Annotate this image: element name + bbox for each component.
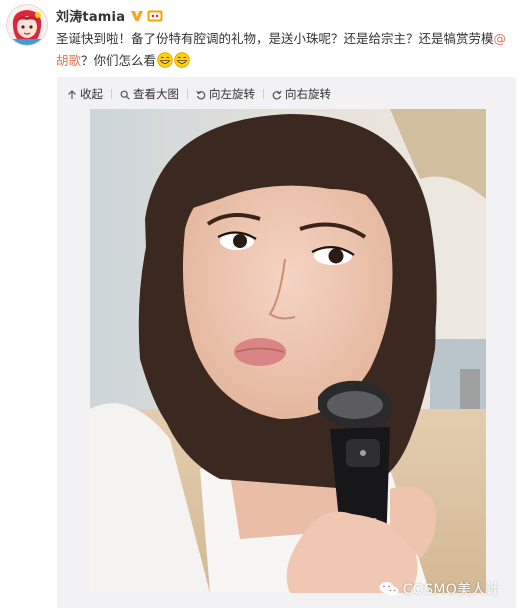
avatar[interactable]: [7, 5, 47, 45]
search-icon: [120, 89, 130, 100]
grin-emoji-icon: [157, 52, 173, 68]
watermark: COSMO美人计: [379, 579, 500, 599]
post-text-end: ？你们怎么看: [81, 53, 157, 68]
image-toolbar: 收起 查看大图 向左旋转 向右旋转: [67, 85, 331, 103]
post-text-main: 圣诞快到啦！备了份特有腔调的礼物，是送小珠呢？还是给宗主？还是犒赏劳模: [56, 31, 494, 46]
toolbar-divider: [187, 89, 188, 99]
collapse-label: 收起: [80, 87, 103, 101]
collapse-button[interactable]: 收起: [67, 86, 103, 102]
selfie-illustration: PHILIPS: [90, 109, 486, 593]
wechat-icon: [379, 581, 399, 597]
rotate-right-button[interactable]: 向右旋转: [272, 86, 331, 102]
avatar-illustration-icon: [7, 5, 47, 45]
rotate-right-label: 向右旋转: [285, 87, 331, 101]
rotate-left-label: 向左旋转: [209, 87, 255, 101]
verified-v-icon[interactable]: [130, 8, 144, 22]
toolbar-divider: [111, 89, 112, 99]
rotate-left-button[interactable]: 向左旋转: [196, 86, 255, 102]
post-photo[interactable]: PHILIPS: [90, 109, 486, 593]
weibo-post: 刘涛tamia 圣诞快到啦！备了份特有腔调的礼物，是送小珠呢？还是给宗主？还是犒…: [0, 0, 521, 608]
post-text: 圣诞快到啦！备了份特有腔调的礼物，是送小珠呢？还是给宗主？还是犒赏劳模@胡歌？你…: [56, 28, 514, 72]
vip-member-icon[interactable]: [147, 8, 163, 22]
toolbar-divider: [263, 89, 264, 99]
arrow-up-icon: [67, 89, 77, 99]
media-panel: 收起 查看大图 向左旋转 向右旋转 COSMO美人计: [57, 77, 516, 608]
rotate-left-icon: [196, 89, 206, 100]
username-row: 刘涛tamia: [56, 6, 163, 25]
username[interactable]: 刘涛tamia: [56, 6, 125, 25]
view-large-label: 查看大图: [133, 87, 179, 101]
watermark-text: COSMO美人计: [402, 582, 500, 598]
view-large-button[interactable]: 查看大图: [120, 86, 179, 102]
rotate-right-icon: [272, 89, 282, 100]
grin-emoji-icon: [174, 52, 190, 68]
